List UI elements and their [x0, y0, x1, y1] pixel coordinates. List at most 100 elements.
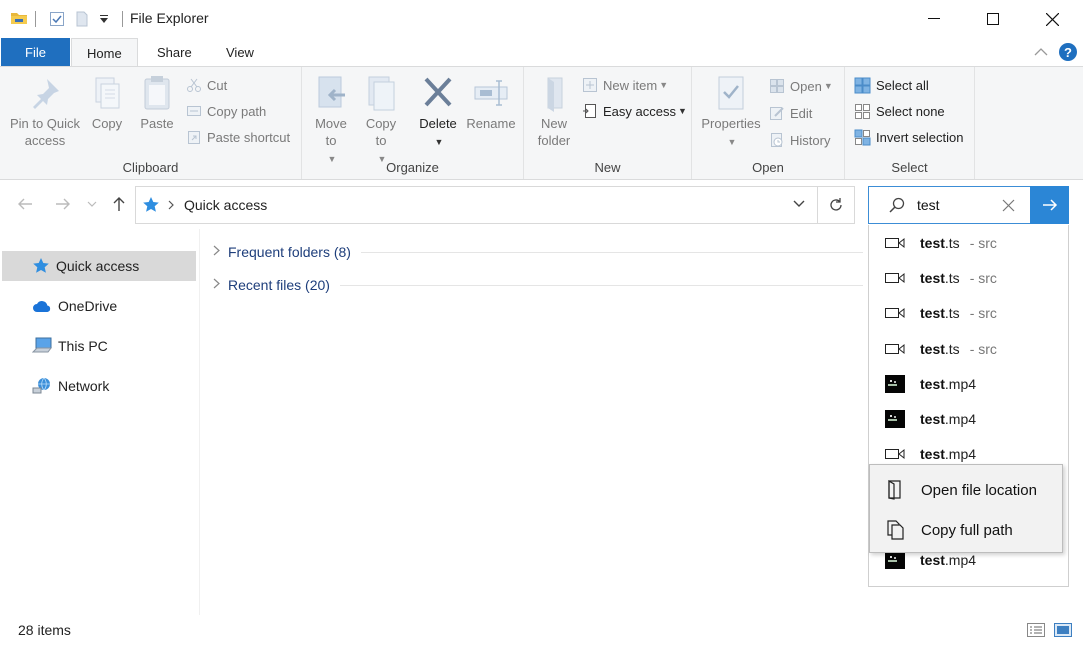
arrow-right-icon: [1042, 199, 1057, 211]
search-go-button[interactable]: [1030, 186, 1069, 224]
back-button[interactable]: [14, 193, 36, 215]
select-all-button[interactable]: Select all: [854, 74, 929, 96]
details-view-button[interactable]: [1026, 621, 1046, 639]
delete-button[interactable]: Delete ▼: [416, 73, 460, 151]
nav-item-quick-access[interactable]: Quick access: [2, 251, 196, 281]
paste-icon: [136, 73, 178, 113]
open-group-label: Open: [752, 160, 784, 175]
suggestion-item[interactable]: test .mp4: [869, 366, 1068, 401]
help-button[interactable]: ?: [1058, 42, 1078, 65]
tab-share[interactable]: Share: [142, 38, 207, 66]
open-icon: [770, 79, 784, 93]
new-folder-button[interactable]: New folder: [532, 73, 576, 149]
suggestion-item[interactable]: test .ts - src: [869, 295, 1068, 330]
suggestion-location: - src: [969, 340, 997, 357]
paste-button[interactable]: Paste: [136, 73, 178, 132]
easy-access-label: Easy access: [603, 103, 676, 119]
suggestion-extension: .ts: [944, 304, 960, 321]
minimize-button[interactable]: [905, 0, 963, 38]
open-label: Open: [790, 78, 822, 94]
section-header[interactable]: Recent files (20): [228, 277, 330, 293]
collapse-ribbon-button[interactable]: [1034, 45, 1048, 60]
select-none-button[interactable]: Select none: [854, 100, 945, 122]
tab-view[interactable]: View: [211, 38, 269, 66]
suggestion-item[interactable]: test .ts - src: [869, 225, 1068, 260]
search-box[interactable]: test: [868, 186, 1069, 224]
properties-icon: [698, 73, 764, 113]
recent-locations-button[interactable]: [83, 193, 101, 215]
copy-button[interactable]: Copy: [86, 73, 128, 132]
close-button[interactable]: [1023, 0, 1081, 38]
chevron-down-icon: ▼: [659, 80, 669, 90]
address-path[interactable]: Quick access: [184, 197, 267, 213]
chevron-down-icon: ▼: [823, 81, 833, 91]
copy-icon: [86, 73, 128, 113]
content-pane: Frequent folders (8) Recent files (20): [200, 229, 868, 615]
easy-access-button[interactable]: Easy access ▼: [582, 100, 687, 122]
pin-to-quick-access-button[interactable]: Pin to Quick access: [6, 73, 84, 149]
new-folder-label: New folder: [537, 116, 571, 148]
refresh-button[interactable]: [817, 186, 855, 224]
nav-item-this-pc[interactable]: This PC: [2, 331, 196, 361]
nav-item-onedrive[interactable]: OneDrive: [2, 291, 196, 321]
suggestion-item[interactable]: test .ts - src: [869, 260, 1068, 295]
history-button[interactable]: History: [769, 129, 830, 151]
new-folder-icon: [532, 73, 576, 113]
clear-search-button[interactable]: [1002, 199, 1015, 212]
copy-path-button[interactable]: Copy path: [186, 100, 266, 122]
separator: [35, 11, 36, 27]
suggestion-item[interactable]: test .ts - src: [869, 331, 1068, 366]
copy-path-icon: [187, 106, 201, 116]
rename-button[interactable]: Rename: [466, 73, 516, 132]
copy-full-path-menu-item[interactable]: Copy full path: [870, 510, 1062, 550]
maximize-button[interactable]: [964, 0, 1022, 38]
section-divider: [360, 251, 863, 253]
recent-files-section[interactable]: Recent files (20): [213, 275, 863, 295]
open-button[interactable]: Open ▼: [769, 75, 833, 97]
close-icon: [1002, 199, 1015, 212]
suggestion-item[interactable]: test .mp4: [869, 401, 1068, 436]
pin-icon: [6, 73, 84, 113]
properties-button[interactable]: Properties ▼: [698, 73, 764, 151]
new-item-button[interactable]: New item ▼: [582, 74, 668, 96]
minimize-icon: [928, 18, 940, 19]
move-to-button[interactable]: Move to ▼: [310, 73, 352, 168]
copy-to-button[interactable]: Copy to ▼: [360, 73, 402, 168]
section-header[interactable]: Frequent folders (8): [228, 244, 351, 260]
address-dropdown-button[interactable]: [793, 200, 805, 208]
address-bar[interactable]: Quick access: [135, 186, 818, 224]
quick-access-toolbar: [10, 9, 28, 29]
frequent-folders-section[interactable]: Frequent folders (8): [213, 242, 863, 262]
tab-file[interactable]: File: [1, 38, 70, 66]
details-view-icon: [1027, 623, 1045, 637]
star-icon: [33, 258, 49, 273]
open-file-location-menu-item[interactable]: Open file location: [870, 470, 1062, 510]
chevron-down-icon: ▼: [677, 106, 687, 116]
search-input[interactable]: test: [917, 197, 940, 213]
tab-home[interactable]: Home: [71, 38, 138, 67]
suggestion-extension: .mp4: [944, 410, 977, 427]
new-folder-qat-button[interactable]: [75, 9, 89, 29]
new-folder-icon: [76, 11, 88, 27]
suggestion-extension: .mp4: [944, 375, 977, 392]
ribbon-tabs: File Home Share View ?: [0, 38, 1083, 67]
paste-shortcut-icon: [188, 131, 200, 144]
nav-item-network[interactable]: Network: [2, 371, 196, 401]
easy-access-icon: [583, 104, 596, 118]
properties-qat-button[interactable]: [49, 9, 65, 29]
customize-qat-dropdown[interactable]: [99, 9, 109, 29]
refresh-icon: [830, 198, 842, 211]
edit-button[interactable]: Edit: [769, 102, 812, 124]
organize-group: Move to ▼ Copy to ▼ Delete ▼ Rename Orga…: [302, 67, 524, 179]
clipboard-group: Pin to Quick access Copy Paste Cut Copy …: [0, 67, 302, 179]
invert-selection-button[interactable]: Invert selection: [854, 126, 963, 148]
suggestion-extension: .mp4: [944, 551, 977, 568]
up-button[interactable]: [108, 193, 130, 215]
paste-shortcut-button[interactable]: Paste shortcut: [186, 126, 290, 148]
edit-icon: [770, 107, 784, 120]
nav-item-label: This PC: [58, 338, 108, 354]
cut-button[interactable]: Cut: [186, 74, 227, 96]
large-icons-view-button[interactable]: [1053, 621, 1073, 639]
forward-button[interactable]: [52, 193, 74, 215]
computer-icon: [32, 337, 52, 353]
